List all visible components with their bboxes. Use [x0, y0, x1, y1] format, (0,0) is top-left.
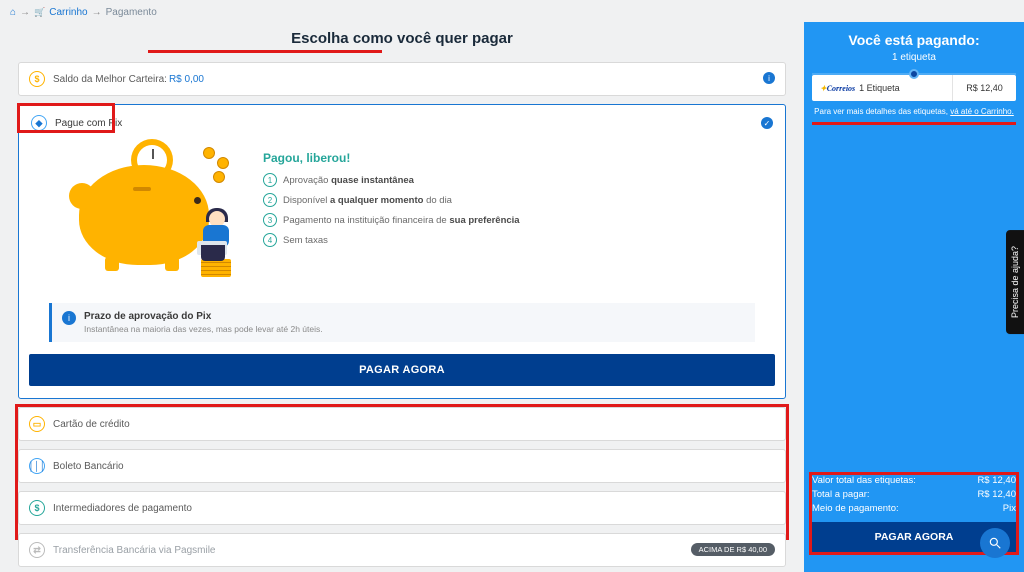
- notice-title: Prazo de aprovação do Pix: [84, 311, 323, 322]
- benefits-heading: Pagou, liberou!: [263, 151, 520, 165]
- check-icon: ✓: [761, 117, 773, 129]
- row-label: 1 Etiqueta: [859, 83, 900, 93]
- sidebar-title: Você está pagando:: [810, 32, 1018, 48]
- total-labels-key: Valor total das etiquetas:: [812, 475, 916, 486]
- total-pay-value: R$ 12,40: [977, 489, 1016, 500]
- annotation-underline: [148, 50, 382, 53]
- pix-approval-notice: i Prazo de aprovação do Pix Instantânea …: [49, 303, 755, 342]
- breadcrumb: ⌂ → 🛒 Carrinho → Pagamento: [0, 0, 1024, 22]
- correios-logo-icon: ✦Correios: [820, 84, 855, 93]
- cart-icon: 🛒: [34, 7, 45, 18]
- benefit-item: 2Disponível a qualquer momento do dia: [263, 193, 520, 207]
- pix-illustration: [69, 145, 249, 285]
- benefit-item: 4Sem taxas: [263, 233, 520, 247]
- wallet-icon: $: [29, 71, 45, 87]
- barcode-icon: │││: [29, 458, 45, 474]
- page-title: Escolha como você quer pagar: [289, 30, 515, 47]
- method-label: Cartão de crédito: [53, 419, 130, 430]
- annotation-underline: [812, 122, 1016, 125]
- method-key: Meio de pagamento:: [812, 503, 899, 514]
- search-fab[interactable]: [980, 528, 1010, 558]
- row-value: R$ 12,40: [952, 75, 1016, 101]
- notice-subtitle: Instantânea na maioria das vezes, mas po…: [84, 324, 323, 334]
- total-labels-value: R$ 12,40: [977, 475, 1016, 486]
- transfer-icon: ⇄: [29, 542, 45, 558]
- chevron-right-icon: →: [92, 7, 102, 18]
- step-dot-icon: [909, 69, 919, 79]
- wallet-balance-card[interactable]: $ Saldo da Melhor Carteira: R$ 0,00 i: [18, 62, 786, 96]
- summary-sidebar: Você está pagando: 1 etiqueta ✦Correios …: [804, 22, 1024, 572]
- sidebar-count: 1 etiqueta: [810, 52, 1018, 63]
- payment-method-transfer[interactable]: ⇄ Transferência Bancária via Pagsmile AC…: [18, 533, 786, 567]
- method-value: Pix: [1003, 503, 1016, 514]
- dollar-icon: $: [29, 500, 45, 516]
- benefit-item: 3Pagamento na instituição financeira de …: [263, 213, 520, 227]
- method-label: Boleto Bancário: [53, 461, 124, 472]
- payment-method-credit[interactable]: ▭ Cartão de crédito: [18, 407, 786, 441]
- help-tab[interactable]: Precisa de ajuda?: [1006, 230, 1024, 334]
- go-to-cart-link[interactable]: vá até o Carrinho.: [950, 107, 1014, 116]
- min-amount-badge: ACIMA DE R$ 40,00: [691, 543, 775, 556]
- credit-card-icon: ▭: [29, 416, 45, 432]
- search-icon: [988, 536, 1002, 550]
- wallet-value: R$ 0,00: [169, 74, 204, 85]
- total-pay-key: Total a pagar:: [812, 489, 870, 500]
- payment-method-boleto[interactable]: │││ Boleto Bancário: [18, 449, 786, 483]
- pay-now-button[interactable]: PAGAR AGORA: [29, 354, 775, 386]
- info-icon: i: [62, 311, 76, 325]
- chevron-right-icon: →: [20, 7, 30, 18]
- home-icon[interactable]: ⌂: [10, 7, 16, 18]
- breadcrumb-cart[interactable]: Carrinho: [49, 7, 87, 18]
- info-icon[interactable]: i: [763, 72, 775, 84]
- payment-method-intermediaries[interactable]: $ Intermediadores de pagamento: [18, 491, 786, 525]
- wallet-label: Saldo da Melhor Carteira:: [53, 74, 167, 85]
- breadcrumb-current: Pagamento: [106, 7, 157, 18]
- method-label: Intermediadores de pagamento: [53, 503, 192, 514]
- payment-method-pix[interactable]: ◆ Pague com Pix ✓ Pagou: [18, 104, 786, 399]
- annotation-rect: [17, 103, 115, 133]
- benefit-item: 1Aprovação quase instantânea: [263, 173, 520, 187]
- method-label: Transferência Bancária via Pagsmile: [53, 545, 215, 556]
- sidebar-note: Para ver mais detalhes das etiquetas, vá…: [804, 101, 1024, 122]
